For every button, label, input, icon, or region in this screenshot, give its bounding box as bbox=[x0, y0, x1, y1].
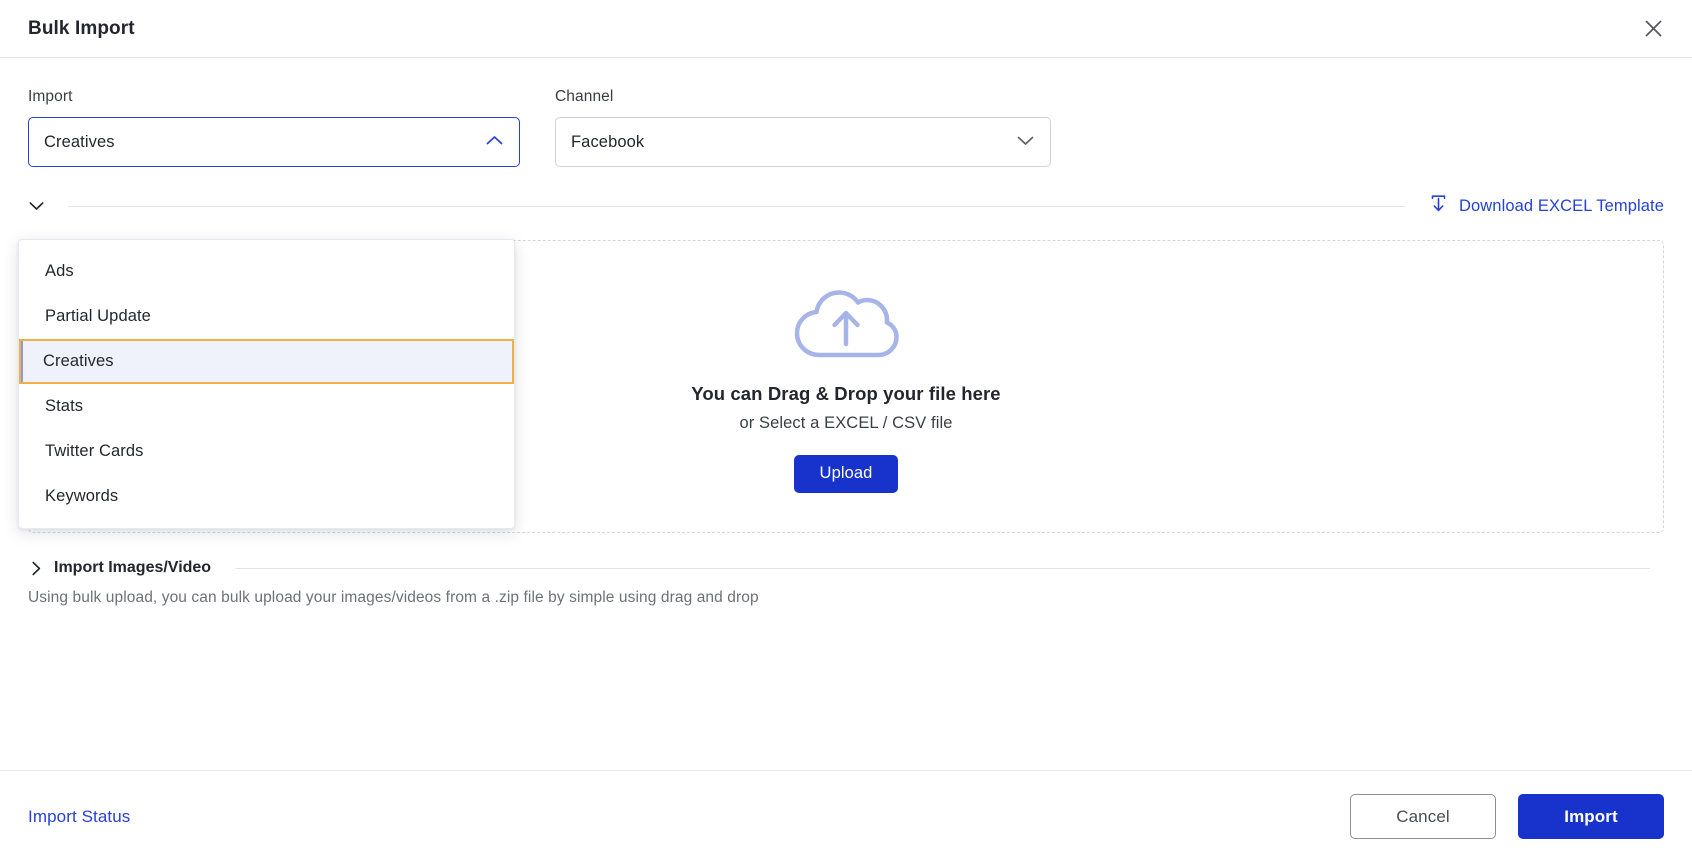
import-button[interactable]: Import bbox=[1518, 794, 1664, 839]
import-select[interactable]: Creatives bbox=[28, 117, 520, 167]
import-images-section: Import Images/Video Using bulk upload, y… bbox=[28, 559, 1664, 607]
page-title: Bulk Import bbox=[28, 17, 135, 39]
download-template-link[interactable]: Download EXCEL Template bbox=[1429, 194, 1664, 218]
form-fields-row: Import Creatives Channel Facebook bbox=[28, 58, 1664, 167]
import-dropdown-menu: Ads Partial Update Creatives Stats Twitt… bbox=[18, 239, 515, 529]
import-field: Import Creatives bbox=[28, 88, 520, 167]
import-file-section-header[interactable]: Download EXCEL Template bbox=[28, 194, 1664, 218]
dropdown-option-creatives[interactable]: Creatives bbox=[19, 339, 514, 384]
channel-field: Channel Facebook bbox=[555, 88, 1051, 167]
dropdown-option-twitter-cards[interactable]: Twitter Cards bbox=[19, 429, 514, 474]
close-button[interactable] bbox=[1636, 12, 1670, 46]
section-divider bbox=[68, 205, 1405, 207]
chevron-down-icon bbox=[1017, 133, 1034, 151]
bulk-import-dialog: Bulk Import Import Creatives Channel Fac… bbox=[0, 0, 1692, 862]
chevron-right-icon[interactable] bbox=[28, 560, 44, 576]
dropzone-title: You can Drag & Drop your file here bbox=[691, 382, 1001, 404]
import-images-description: Using bulk upload, you can bulk upload y… bbox=[28, 589, 759, 606]
chevron-down-icon[interactable] bbox=[28, 198, 44, 214]
close-icon bbox=[1644, 19, 1663, 38]
channel-select-value: Facebook bbox=[571, 132, 645, 151]
upload-button[interactable]: Upload bbox=[793, 454, 899, 493]
chevron-up-icon bbox=[486, 133, 503, 151]
dialog-body: Import Creatives Channel Facebook Downlo… bbox=[0, 58, 1692, 770]
channel-select[interactable]: Facebook bbox=[555, 117, 1051, 167]
import-images-section-header[interactable]: Import Images/Video bbox=[28, 559, 1664, 577]
footer-actions: Cancel Import bbox=[1350, 794, 1664, 839]
dialog-footer: Import Status Cancel Import bbox=[0, 770, 1692, 862]
dropdown-option-partial-update[interactable]: Partial Update bbox=[19, 294, 514, 339]
channel-label: Channel bbox=[555, 88, 614, 105]
dropdown-option-keywords[interactable]: Keywords bbox=[19, 474, 514, 519]
dropdown-option-stats[interactable]: Stats bbox=[19, 384, 514, 429]
download-template-label: Download EXCEL Template bbox=[1459, 196, 1664, 215]
dropdown-option-ads[interactable]: Ads bbox=[19, 249, 514, 294]
dropzone-subtitle: or Select a EXCEL / CSV file bbox=[739, 413, 953, 432]
cloud-upload-icon bbox=[791, 281, 901, 370]
import-images-title: Import Images/Video bbox=[54, 559, 212, 576]
import-status-link[interactable]: Import Status bbox=[28, 807, 130, 827]
section-divider bbox=[235, 567, 1650, 569]
download-icon bbox=[1429, 194, 1448, 218]
dialog-header: Bulk Import bbox=[0, 0, 1692, 58]
import-label: Import bbox=[28, 88, 73, 105]
cancel-button[interactable]: Cancel bbox=[1350, 794, 1496, 839]
import-select-value: Creatives bbox=[44, 132, 115, 151]
